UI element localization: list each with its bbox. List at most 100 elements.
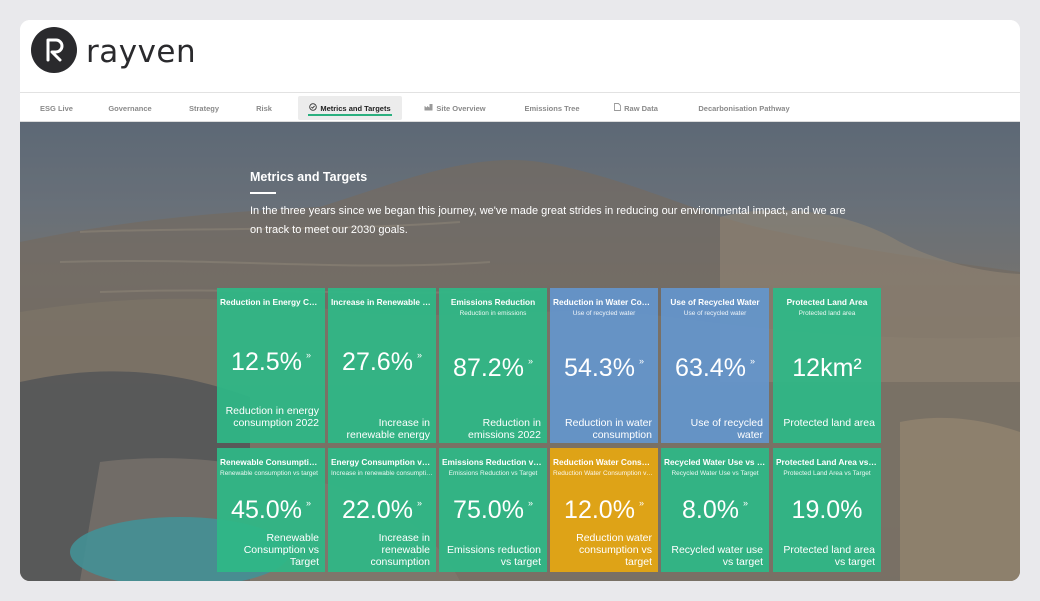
- tab-label: Metrics and Targets: [320, 103, 391, 113]
- tile-caption: Protected land area: [783, 417, 875, 429]
- kpi-tile-emissions-reduction[interactable]: Emissions Reduction Reduction in emissio…: [439, 288, 547, 443]
- tile-subtitle: Protected Land Area vs Target: [783, 470, 871, 477]
- tile-title: Reduction in Energy Consumption 2022: [220, 297, 322, 307]
- tile-value: 12.5% »: [217, 348, 325, 377]
- tab-esg-live[interactable]: ESG Live: [34, 96, 79, 120]
- check-circle-icon: [309, 103, 318, 113]
- drill-down-icon[interactable]: »: [528, 498, 533, 508]
- tile-value-text: 63.4%: [675, 354, 746, 382]
- tile-subtitle: Renewable consumption vs target: [220, 470, 318, 477]
- tile-value-text: 54.3%: [564, 354, 635, 382]
- kpi-tile-energy-reduction[interactable]: Reduction in Energy Consumption 2022 12.…: [217, 288, 325, 443]
- tile-caption: Reduction in energy consumption 2022: [225, 405, 319, 429]
- tab-label: Raw Data: [624, 103, 658, 113]
- drill-down-icon[interactable]: »: [306, 498, 311, 508]
- tile-subtitle: Emissions Reduction vs Target: [448, 470, 538, 477]
- tab-label: ESG Live: [40, 103, 73, 113]
- tile-title: Use of Recycled Water: [670, 297, 760, 307]
- tile-value: 12.0% »: [550, 496, 658, 525]
- tile-subtitle: Protected land area: [798, 310, 856, 317]
- tab-label: Strategy: [188, 103, 219, 113]
- kpi-tile-renewable-vs-target[interactable]: Renewable Consumption vs Target Renewabl…: [217, 448, 325, 572]
- tile-subtitle: Reduction Water Consumption vs Target: [553, 470, 655, 477]
- drill-down-icon[interactable]: »: [528, 356, 533, 366]
- kpi-tile-protected-land-vs-target[interactable]: Protected Land Area vs Target Protected …: [773, 448, 881, 572]
- drill-down-icon[interactable]: »: [639, 356, 644, 366]
- drill-down-icon[interactable]: »: [417, 350, 422, 360]
- tile-subtitle: Use of recycled water: [683, 310, 747, 317]
- tile-value: 45.0% »: [217, 496, 325, 525]
- kpi-tile-recycled-water[interactable]: Use of Recycled Water Use of recycled wa…: [661, 288, 769, 443]
- tile-title: Increase in Renewable Energy: [331, 297, 433, 307]
- tab-decarbonisation-pathway[interactable]: Decarbonisation Pathway: [692, 96, 796, 120]
- tile-value-text: 12.0%: [564, 496, 635, 524]
- drill-down-icon[interactable]: »: [639, 498, 644, 508]
- tile-value-text: 8.0%: [682, 496, 739, 524]
- kpi-tile-water-reduction[interactable]: Reduction in Water Consumption Use of re…: [550, 288, 658, 443]
- factory-icon: [424, 103, 433, 113]
- header: rayven: [20, 20, 1020, 92]
- tile-title: Energy Consumption vs Target: [331, 457, 433, 467]
- tile-value-text: 12.5%: [231, 348, 302, 376]
- tab-label: Site Overview: [436, 103, 486, 113]
- tile-caption: Reduction in water consumption: [565, 417, 652, 441]
- tile-value: 75.0% »: [439, 496, 547, 525]
- tab-label: Risk: [256, 103, 272, 113]
- tile-title: Protected Land Area: [786, 297, 868, 307]
- tile-value: 27.6% »: [328, 348, 436, 377]
- tile-value: 22.0% »: [328, 496, 436, 525]
- kpi-tile-water-vs-target[interactable]: Reduction Water Consumption vs Target Re…: [550, 448, 658, 572]
- tile-title: Reduction in Water Consumption: [553, 297, 655, 307]
- tile-value: 19.0%: [773, 496, 881, 525]
- tile-caption: Increase in renewable consumption: [370, 532, 430, 568]
- kpi-tile-energy-vs-target[interactable]: Energy Consumption vs Target Increase in…: [328, 448, 436, 572]
- tab-metrics-and-targets[interactable]: Metrics and Targets: [298, 96, 402, 120]
- tile-caption: Reduction in emissions 2022: [468, 417, 541, 441]
- tile-caption: Emissions reduction vs target: [447, 544, 541, 568]
- tile-value-text: 12km²: [792, 354, 862, 382]
- tab-strategy[interactable]: Strategy: [182, 96, 226, 120]
- tile-subtitle: Reduction in emissions: [459, 310, 527, 317]
- tile-value-text: 19.0%: [791, 496, 863, 524]
- tab-label: Emissions Tree: [524, 103, 580, 113]
- document-icon: [614, 103, 622, 113]
- tab-site-overview[interactable]: Site Overview: [422, 96, 488, 120]
- tile-value: 8.0% »: [661, 496, 769, 525]
- kpi-tile-renewable-increase[interactable]: Increase in Renewable Energy 27.6% » Incr…: [328, 288, 436, 443]
- tile-caption: Recycled water use vs target: [671, 544, 763, 568]
- drill-down-icon[interactable]: »: [417, 498, 422, 508]
- hero-background-image: Metrics and Targets In the three years s…: [20, 122, 1020, 581]
- tile-value-text: 27.6%: [342, 348, 413, 376]
- tile-value-text: 22.0%: [342, 496, 413, 524]
- drill-down-icon[interactable]: »: [306, 350, 311, 360]
- kpi-tile-recycled-water-vs-target[interactable]: Recycled Water Use vs Target Recycled Wa…: [661, 448, 769, 572]
- tab-governance[interactable]: Governance: [100, 96, 160, 120]
- drill-down-icon[interactable]: »: [743, 498, 748, 508]
- tab-bar: ESG Live Governance Strategy Risk Metric…: [20, 93, 1020, 122]
- tile-title: Renewable Consumption vs Target: [220, 457, 322, 467]
- tab-emissions-tree[interactable]: Emissions Tree: [520, 96, 584, 120]
- rayven-logo-icon[interactable]: [31, 27, 77, 73]
- tab-label: Decarbonisation Pathway: [698, 103, 790, 113]
- section-title: Metrics and Targets: [250, 170, 368, 184]
- kpi-tile-protected-land[interactable]: Protected Land Area Protected land area …: [773, 288, 881, 443]
- tile-value: 54.3% »: [550, 354, 658, 383]
- tile-caption: Renewable Consumption vs Target: [243, 532, 319, 568]
- tab-risk[interactable]: Risk: [250, 96, 278, 120]
- drill-down-icon[interactable]: »: [750, 356, 755, 366]
- tile-caption: Protected land area vs target: [783, 544, 875, 568]
- brand-name: rayven: [86, 34, 197, 70]
- tile-value: 63.4% »: [661, 354, 769, 383]
- tile-subtitle: Recycled Water Use vs Target: [671, 470, 759, 477]
- tile-caption: Increase in renewable energy: [346, 417, 430, 441]
- tile-title: Emissions Reduction: [450, 297, 536, 307]
- tile-subtitle: Use of recycled water: [572, 310, 636, 317]
- kpi-tile-emissions-vs-target[interactable]: Emissions Reduction vs Target Emissions …: [439, 448, 547, 572]
- tile-value: 12km²: [773, 354, 881, 383]
- tile-title: Reduction Water Consumption vs Target: [553, 457, 655, 467]
- tab-raw-data[interactable]: Raw Data: [612, 96, 660, 120]
- tile-value-text: 87.2%: [453, 354, 524, 382]
- tab-label: Governance: [108, 103, 152, 113]
- tile-title: Recycled Water Use vs Target: [664, 457, 766, 467]
- tile-title: Protected Land Area vs Target: [776, 457, 878, 467]
